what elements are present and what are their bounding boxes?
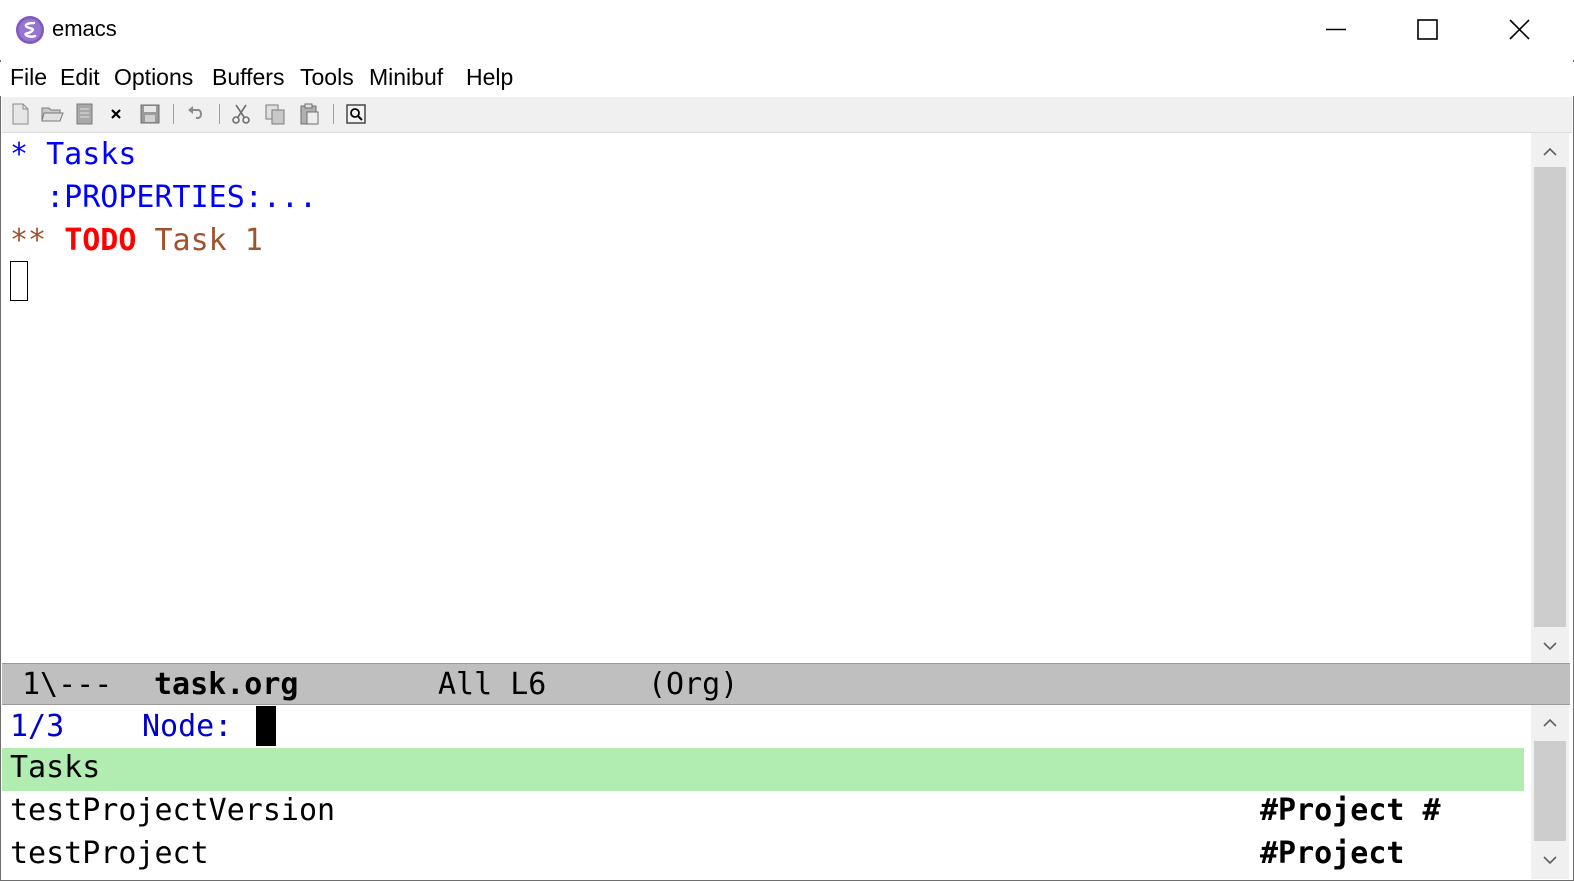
candidate-count: 1/3 (10, 709, 65, 744)
modeline-buffer-name[interactable]: task.org (154, 667, 299, 702)
new-file-icon[interactable] (8, 102, 32, 126)
save-icon[interactable] (138, 102, 162, 126)
modeline-mode[interactable]: (Org) (648, 667, 738, 702)
search-icon[interactable] (344, 102, 368, 126)
window-title: emacs (52, 16, 117, 41)
close-button[interactable] (1474, 0, 1566, 60)
minibuffer[interactable]: 1/3 Node: Tasks testProjectVersion #Proj… (2, 705, 1530, 879)
completion-candidate[interactable]: Tasks (2, 748, 1524, 791)
scroll-up-icon[interactable] (1543, 718, 1557, 728)
heading-stars: * (10, 137, 29, 172)
candidate-tags: #Project # (1260, 793, 1441, 828)
minibuffer-cursor (256, 706, 276, 746)
toolbar-separator (333, 104, 334, 124)
text-cursor (10, 261, 28, 301)
scrollbar-thumb[interactable] (1534, 741, 1566, 841)
cut-icon[interactable] (229, 102, 253, 126)
completion-candidate[interactable]: testProjectVersion #Project # (2, 791, 1524, 834)
menu-help[interactable]: Help (466, 64, 513, 91)
editor-buffer[interactable]: * Tasks :PROPERTIES:... ** TODO Task 1 (2, 133, 1530, 663)
title-bar: emacs (0, 0, 1574, 60)
close-buffer-icon[interactable] (104, 102, 128, 126)
mode-line: 1\--- task.org All L6 (Org) (2, 663, 1570, 705)
menu-tools[interactable]: Tools (300, 64, 354, 91)
modeline-status: 1\--- (22, 667, 113, 702)
minimize-icon (1326, 28, 1346, 31)
heading-text: Task 1 (154, 223, 263, 258)
paste-icon[interactable] (297, 102, 321, 126)
open-directory-icon[interactable] (73, 102, 97, 126)
completion-candidate[interactable]: testProject #Project (2, 834, 1524, 877)
maximize-button[interactable] (1382, 0, 1474, 60)
menu-minibuf[interactable]: Minibuf (369, 64, 443, 91)
modeline-position: All L6 (438, 667, 547, 702)
open-folder-icon[interactable] (40, 102, 64, 126)
candidate-name: testProjectVersion (10, 793, 336, 828)
toolbar-separator (219, 104, 220, 124)
scrollbar-thumb[interactable] (1534, 167, 1566, 627)
scroll-down-icon[interactable] (1543, 641, 1557, 651)
minimize-button[interactable] (1290, 0, 1382, 60)
menu-buffers[interactable]: Buffers (212, 64, 284, 91)
menu-file[interactable]: File (10, 64, 47, 91)
emacs-logo-icon (16, 16, 44, 44)
candidate-name: Tasks (10, 750, 101, 785)
heading-text: Tasks (46, 137, 137, 172)
org-heading-level2: ** TODO Task 1 (10, 223, 263, 258)
menu-edit[interactable]: Edit (60, 64, 100, 91)
close-icon (1509, 19, 1530, 40)
todo-keyword: TODO (64, 223, 137, 258)
undo-icon[interactable] (184, 102, 208, 126)
editor-scrollbar[interactable] (1531, 133, 1569, 663)
maximize-icon (1417, 19, 1438, 40)
copy-icon[interactable] (263, 102, 287, 126)
toolbar (2, 97, 1572, 133)
candidate-tags: #Project (1260, 836, 1405, 871)
minibuffer-scrollbar[interactable] (1531, 705, 1569, 879)
menu-options[interactable]: Options (114, 64, 193, 91)
scroll-down-icon[interactable] (1543, 855, 1557, 865)
org-heading-level1: * Tasks (10, 137, 136, 172)
menu-bar: File Edit Options Buffers Tools Minibuf … (0, 62, 1574, 96)
properties-drawer-text: :PROPERTIES:... (46, 180, 318, 215)
heading-stars: ** (10, 223, 47, 258)
scroll-up-icon[interactable] (1543, 147, 1557, 157)
toolbar-separator (173, 104, 174, 124)
candidate-name: testProject (10, 836, 209, 871)
minibuffer-prompt: Node: (142, 709, 233, 744)
properties-drawer[interactable]: :PROPERTIES:... (10, 180, 317, 215)
